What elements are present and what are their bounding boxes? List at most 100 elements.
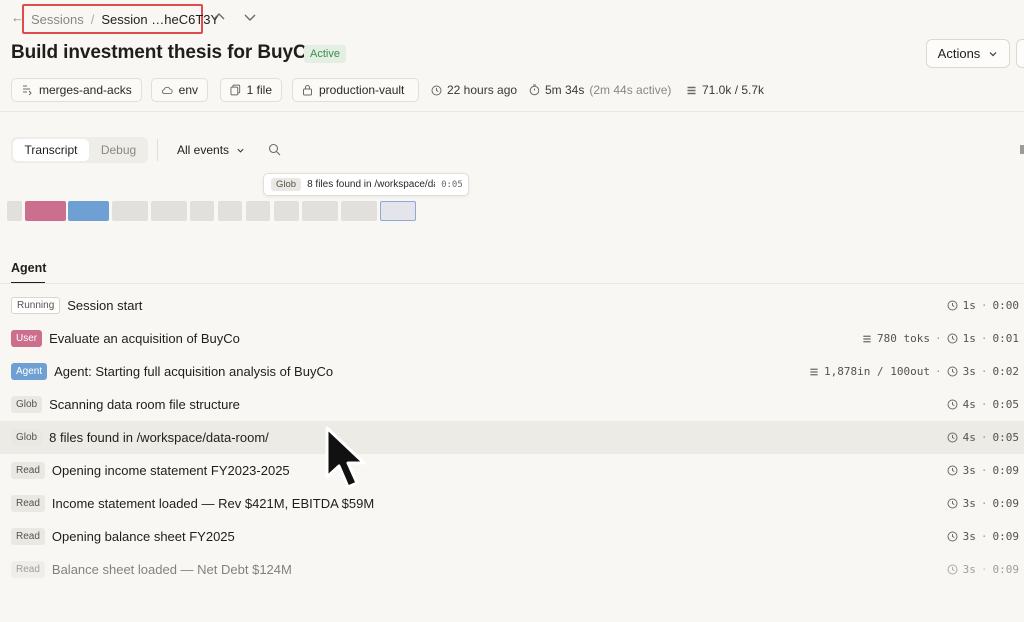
- env-chip[interactable]: env: [151, 78, 208, 102]
- divider: [0, 283, 1024, 284]
- event-tag: Glob: [11, 396, 43, 413]
- event-duration: 3s: [962, 530, 976, 543]
- timeline-block-event[interactable]: [341, 201, 377, 221]
- event-tokens: 1,878in / 100out: [824, 365, 930, 378]
- event-duration: 1s: [962, 299, 976, 312]
- event-meta: 3s · 0:09: [947, 487, 1019, 520]
- event-time: 0:00: [992, 299, 1020, 312]
- event-row[interactable]: Read Opening balance sheet FY2025 3s · 0:09: [0, 520, 1024, 553]
- divider: [0, 111, 1024, 112]
- chevron-down-icon[interactable]: [242, 9, 258, 25]
- event-label: Session start: [67, 298, 143, 313]
- token-usage: 71.0k / 5.7k: [686, 83, 764, 97]
- stack-icon: [810, 368, 818, 375]
- timeline-block-read[interactable]: [274, 201, 299, 221]
- clock-icon: [947, 531, 958, 542]
- event-meta: 1,878in / 100out · 3s · 0:02: [809, 355, 1019, 388]
- event-time: 0:05: [992, 398, 1020, 411]
- event-label: Opening income statement FY2023-2025: [51, 463, 290, 478]
- breadcrumb-sessions-link[interactable]: Sessions: [31, 12, 84, 27]
- event-label: Agent: Starting full acquisition analysi…: [54, 364, 334, 379]
- vault-label: production-vault: [319, 83, 405, 97]
- separator-dot: ·: [980, 497, 988, 510]
- cloud-icon: [162, 86, 173, 95]
- event-duration: 4s: [962, 398, 976, 411]
- event-row[interactable]: Read Opening income statement FY2023-2025…: [0, 454, 1024, 487]
- event-label: Scanning data room file structure: [49, 397, 240, 412]
- status-badge: Active: [304, 45, 346, 63]
- event-tag: Running: [11, 297, 61, 314]
- timeline-block-read[interactable]: [190, 201, 214, 221]
- clock-icon: [947, 366, 958, 377]
- event-row[interactable]: Agent Agent: Starting full acquisition an…: [0, 355, 1024, 388]
- tab-debug[interactable]: Debug: [91, 139, 146, 161]
- vault-chip[interactable]: production-vault: [292, 78, 419, 102]
- separator-dot: ·: [980, 563, 988, 576]
- search-icon[interactable]: [268, 143, 281, 156]
- mouse-pointer-icon: [325, 426, 366, 489]
- files-label: 1 file: [246, 83, 272, 97]
- chevron-up-icon[interactable]: [211, 9, 227, 25]
- timeline-block-user[interactable]: [25, 201, 66, 221]
- chevron-down-icon: [237, 148, 244, 153]
- divider: [157, 139, 158, 161]
- timeline-block-glob-result[interactable]: [151, 201, 187, 221]
- event-row[interactable]: User Evaluate an acquisition of BuyCo 780 …: [0, 322, 1024, 355]
- clock-icon: [947, 498, 958, 509]
- panel-edge-handle[interactable]: [1020, 145, 1024, 154]
- event-label: Evaluate an acquisition of BuyCo: [49, 331, 240, 346]
- branch-label: merges-and-acks: [39, 83, 132, 97]
- event-row[interactable]: Glob 8 files found in /workspace/data-roo…: [0, 421, 1024, 454]
- event-duration: 3s: [962, 464, 976, 477]
- timeline-block-read[interactable]: [246, 201, 270, 221]
- events-filter-label: All events: [177, 143, 230, 157]
- event-row[interactable]: Running Session start 1s · 0:00: [0, 289, 1024, 322]
- files-chip[interactable]: 1 file: [220, 78, 282, 102]
- stack-icon: [687, 86, 696, 94]
- timeline-block-hovered[interactable]: [380, 201, 416, 221]
- actions-button[interactable]: Actions: [926, 39, 1010, 68]
- event-meta: 1s · 0:00: [947, 289, 1019, 322]
- timeline-block-running[interactable]: [7, 201, 22, 221]
- timeline-block-agent[interactable]: [68, 201, 109, 221]
- event-meta: 4s · 0:05: [947, 421, 1019, 454]
- event-row[interactable]: Read Income statement loaded — Rev $421M,…: [0, 487, 1024, 520]
- clock-icon: [947, 432, 958, 443]
- section-agent-tab[interactable]: Agent: [11, 261, 46, 275]
- breadcrumb-current-session: Session …heC6T3Y: [101, 11, 220, 27]
- chevron-down-icon: [989, 51, 997, 56]
- separator-dot: ·: [980, 431, 988, 444]
- merge-icon: [23, 85, 32, 96]
- separator-dot: ·: [980, 299, 988, 312]
- event-time: 0:05: [992, 431, 1020, 444]
- event-tag: Agent: [11, 363, 48, 380]
- separator-dot: ·: [980, 530, 988, 543]
- event-tag: Read: [11, 462, 45, 479]
- clock-icon: [947, 399, 958, 410]
- stack-icon: [863, 335, 871, 342]
- separator-dot: ·: [935, 332, 942, 345]
- event-meta: 780 toks · 1s · 0:01: [862, 322, 1019, 355]
- event-meta: 3s · 0:09: [947, 454, 1019, 487]
- event-row[interactable]: Glob Scanning data room file structure 4s ·…: [0, 388, 1024, 421]
- timeline-block-event[interactable]: [302, 201, 338, 221]
- session-duration: 5m 34s (2m 44s active): [529, 83, 671, 97]
- view-tabs: Transcript Debug: [11, 137, 148, 163]
- page-title: Build investment thesis for BuyCo: [11, 42, 319, 63]
- copy-icon: [230, 84, 241, 96]
- tooltip-tag: Glob: [271, 178, 302, 191]
- tooltip-time: 0:05: [441, 179, 463, 190]
- tab-transcript[interactable]: Transcript: [13, 139, 89, 161]
- event-duration: 3s: [962, 365, 976, 378]
- events-filter-dropdown[interactable]: All events: [177, 143, 245, 157]
- clock-icon: [947, 333, 958, 344]
- event-meta: 3s · 0:09: [947, 520, 1019, 553]
- timeline-block-read[interactable]: [218, 201, 242, 221]
- branch-chip[interactable]: merges-and-acks: [11, 78, 142, 102]
- event-row[interactable]: Read Balance sheet loaded — Net Debt $124…: [0, 553, 1024, 586]
- event-label: Opening balance sheet FY2025: [51, 529, 235, 544]
- separator-dot: ·: [980, 332, 988, 345]
- timeline-block-glob[interactable]: [112, 201, 148, 221]
- more-button[interactable]: [1016, 39, 1024, 68]
- event-time: 0:02: [992, 365, 1020, 378]
